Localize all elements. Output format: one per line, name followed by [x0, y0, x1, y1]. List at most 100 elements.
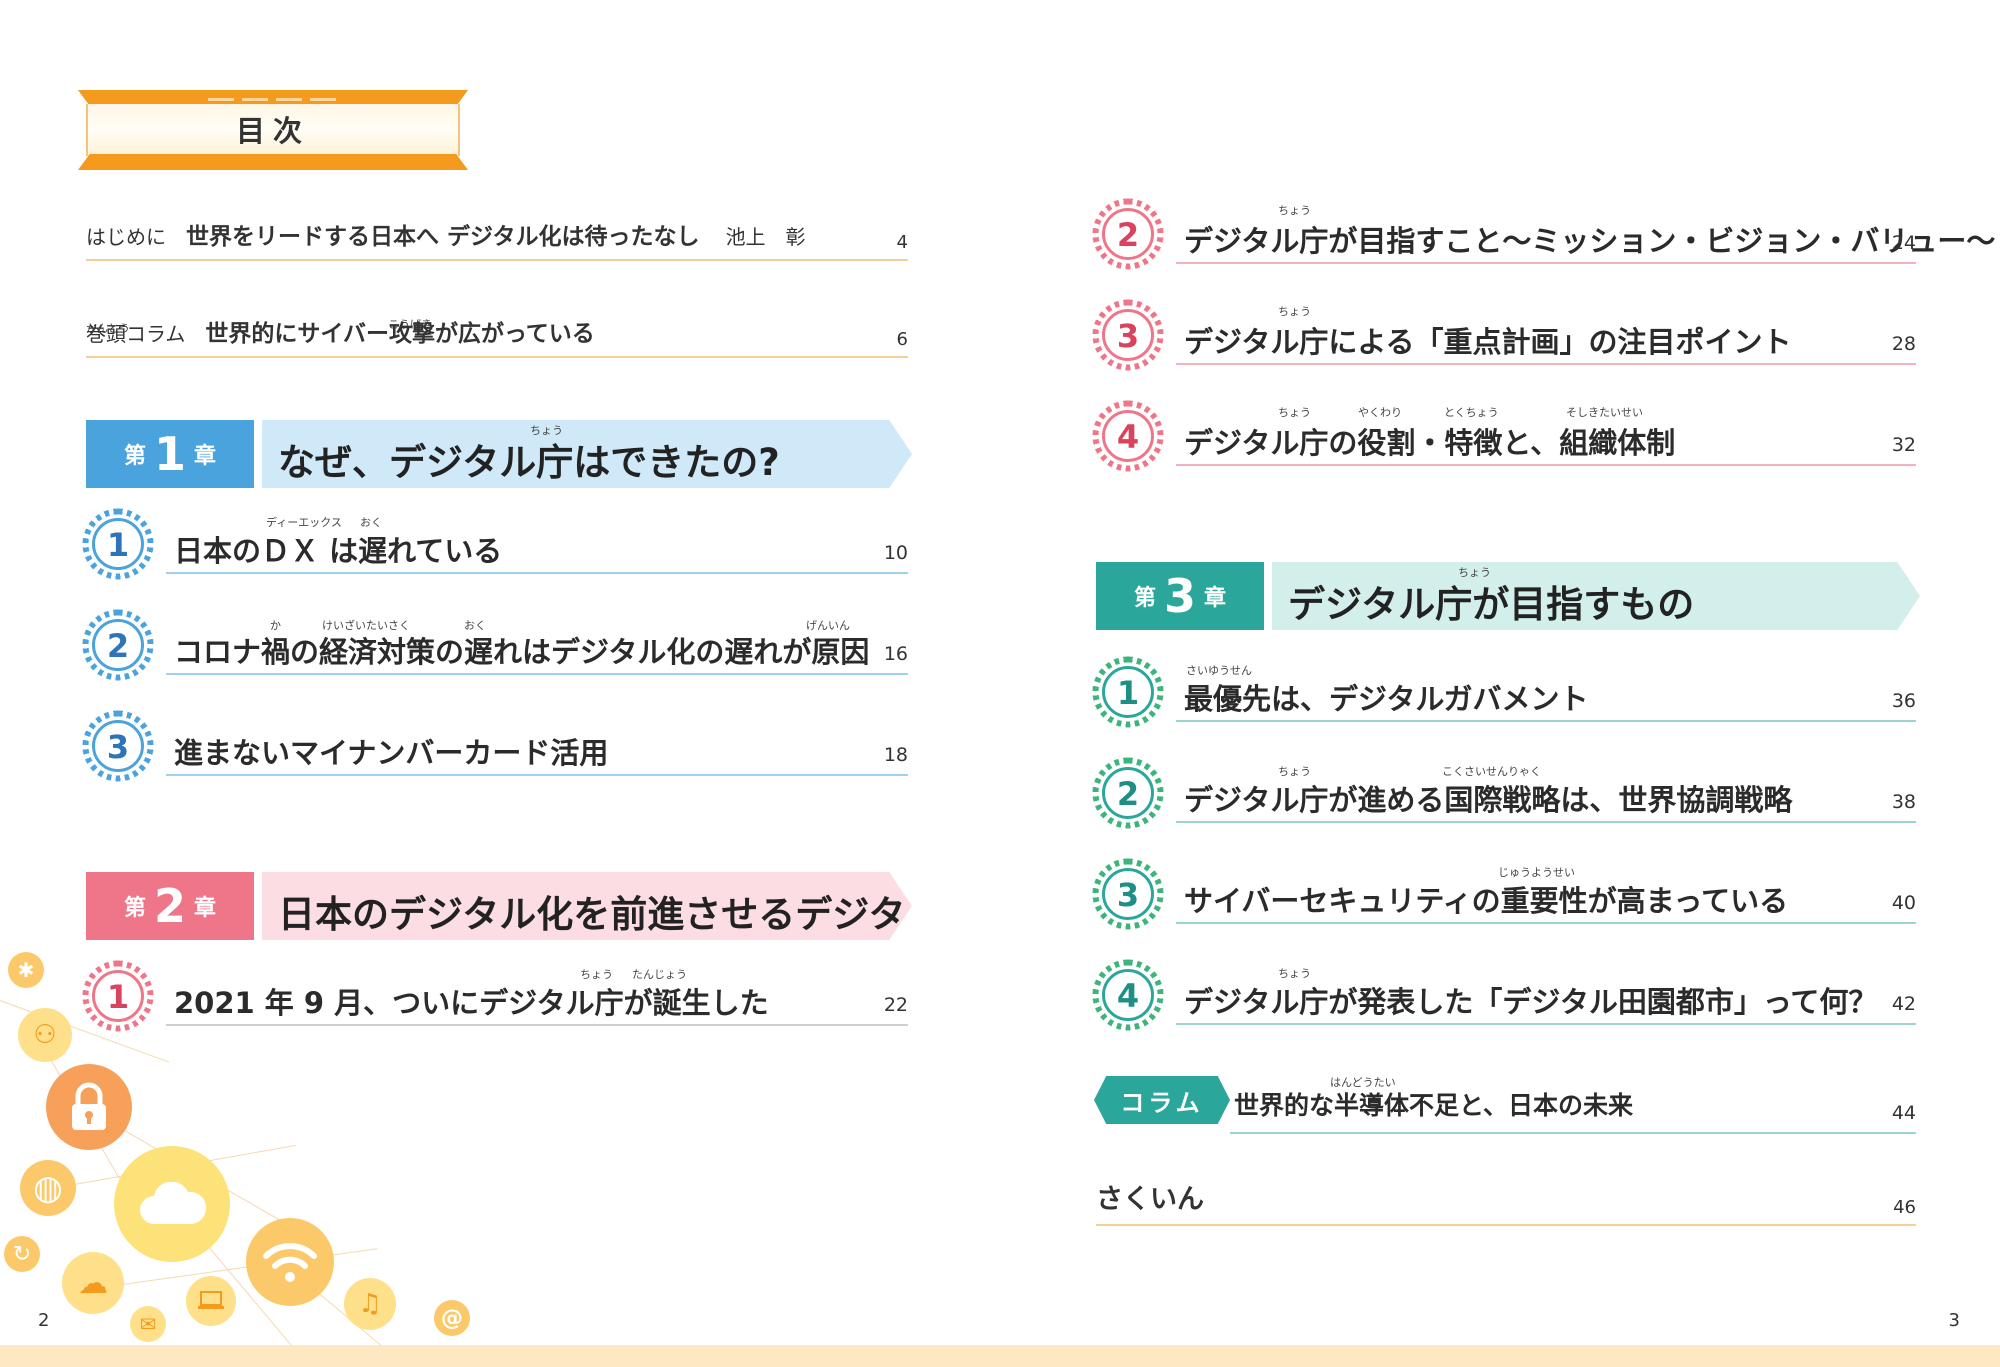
row-rule: [1176, 821, 1916, 823]
item-text: 最優先は、デジタルガバメント: [1184, 682, 1589, 716]
chapter-label-post: 章: [1204, 586, 1227, 611]
toc-item-3-4[interactable]: 4 ちょう デジタル庁が発表した「デジタル田園都市」って何？ 42: [1092, 959, 1916, 1035]
chapter-number: 1: [153, 427, 186, 481]
page-number: 24: [1891, 232, 1916, 254]
page-number: 18: [883, 744, 908, 766]
page-number: 28: [1891, 333, 1916, 355]
intro-title: 世界をリードする日本へ デジタル化は待ったなし: [186, 224, 700, 250]
toc-item-2-4[interactable]: 4 ちょう やくわり とくちょう そしきたいせい デジタル庁の役割・特徴と、組織…: [1092, 400, 1916, 476]
number-badge: 1: [82, 508, 154, 580]
item-text: 2021 年 9 月、ついにデジタル庁が誕生した: [174, 986, 769, 1020]
page-number-left: 2: [38, 1310, 50, 1331]
item-text: デジタル庁が進める国際戦略は、世界協調戦略: [1184, 783, 1793, 817]
toc-item-2-3[interactable]: 3 ちょう デジタル庁による「重点計画」の注目ポイント 28: [1092, 299, 1916, 375]
chapter-2-band: ちょう 日本のデジタル化を前進させるデジタル庁: [262, 872, 912, 940]
item-text: 世界的な半導体不足と、日本の未来: [1234, 1091, 1634, 1120]
chapter-label-post: 章: [194, 896, 217, 921]
item-text: デジタル庁が目指すこと〜ミッション・ビジョン・バリュー〜: [1184, 224, 1996, 258]
toc-item-1-3[interactable]: 3 進まないマイナンバーカード活用 18: [82, 710, 908, 786]
wifi-icon: [246, 1218, 334, 1306]
mail-icon: ✉: [130, 1306, 166, 1342]
row-rule: [166, 572, 908, 574]
index-label: さくいん: [1096, 1184, 1204, 1215]
furigana: ちょう: [1278, 305, 1311, 318]
number-badge: 4: [1092, 959, 1164, 1031]
row-rule: [86, 356, 908, 358]
item-text: 進まないマイナンバーカード活用: [174, 736, 609, 770]
row-rule: [86, 259, 908, 261]
toc-item-1-1[interactable]: 1 ディーエックス おく 日本のＤＸ は遅れている 10: [82, 508, 908, 584]
toc-item-2-2[interactable]: 2 ちょう デジタル庁が目指すこと〜ミッション・ビジョン・バリュー〜 24: [1092, 198, 1995, 274]
chapter-1-header[interactable]: 第1章 ちょう なぜ、デジタル庁はできたの?: [86, 420, 912, 488]
at-icon: @: [434, 1300, 470, 1336]
brain-icon: ☁: [62, 1252, 124, 1314]
furigana: ちょう: [916, 876, 949, 889]
toc-item-3-2[interactable]: 2 ちょう こくさいせんりゃく デジタル庁が進める国際戦略は、世界協調戦略 38: [1092, 757, 1916, 833]
toc-row-intro[interactable]: はじめに 世界をリードする日本へ デジタル化は待ったなし 池上 彰 4: [86, 215, 908, 261]
page-number: 46: [1893, 1197, 1916, 1218]
number-badge: 3: [1092, 299, 1164, 371]
toc-row-index[interactable]: さくいん 46: [1096, 1180, 1916, 1226]
number-badge: 2: [82, 609, 154, 681]
title-plate-dash: [208, 98, 338, 101]
item-text: デジタル庁の役割・特徴と、組織体制: [1184, 426, 1676, 460]
row-rule: [1176, 1023, 1916, 1025]
page-number-right: 3: [1948, 1310, 1960, 1331]
toc-item-3-1[interactable]: 1 さいゆうせん 最優先は、デジタルガバメント 36: [1092, 656, 1916, 732]
page-number: 22: [883, 994, 908, 1016]
intro-author: 池上 彰: [725, 225, 806, 249]
furigana: やくわり: [1358, 406, 1402, 419]
column-top-prefix: 巻頭コラム: [86, 322, 186, 346]
chapter-1-tag: 第1章: [86, 420, 254, 488]
chapter-2-title: 日本のデジタル化を前進させるデジタル庁: [278, 893, 980, 936]
furigana: ちょう: [1278, 204, 1311, 217]
number-badge: 4: [1092, 400, 1164, 472]
item-text: サイバーセキュリティの重要性が高まっている: [1184, 884, 1789, 918]
number-badge: 2: [1092, 757, 1164, 829]
number-badge: 3: [82, 710, 154, 782]
refresh-icon: ↻: [4, 1236, 40, 1272]
page-number: 6: [896, 329, 908, 350]
row-rule: [1176, 363, 1916, 365]
intro-label: はじめに 世界をリードする日本へ デジタル化は待ったなし 池上 彰: [86, 217, 806, 251]
toc-item-2-1[interactable]: 1 ちょう たんじょう 2021 年 9 月、ついにデジタル庁が誕生した 22: [82, 960, 908, 1036]
bottom-band: [0, 1345, 2000, 1367]
row-rule: [1176, 464, 1916, 466]
page-number: 40: [1891, 892, 1916, 914]
lock-icon: [46, 1064, 132, 1150]
chapter-label-post: 章: [194, 444, 217, 469]
page-number: 38: [1891, 791, 1916, 813]
page-title: 目次: [235, 114, 310, 148]
chapter-3-title: デジタル庁が目指すもの: [1288, 583, 1695, 626]
chapter-number: 2: [153, 879, 186, 933]
column-badge: コラム: [1094, 1076, 1230, 1124]
page-number: 16: [883, 643, 908, 665]
toc-item-3-3[interactable]: 3 じゅうようせい サイバーセキュリティの重要性が高まっている 40: [1092, 858, 1916, 934]
furigana: そしきたいせい: [1566, 406, 1643, 419]
chapter-3-header[interactable]: 第3章 ちょう デジタル庁が目指すもの: [1096, 562, 1920, 630]
toc-row-column-top[interactable]: かんとう こうげき 巻頭コラム 世界的にサイバー攻撃が広がっている 6: [86, 312, 908, 358]
toc-title-plate: 目次: [78, 88, 468, 172]
chapter-label-pre: 第: [1133, 586, 1156, 611]
chapter-1-title: なぜ、デジタル庁はできたの?: [278, 441, 780, 484]
number-badge: 3: [1092, 858, 1164, 930]
row-rule: [1096, 1224, 1916, 1226]
item-text: 日本のＤＸ は遅れている: [174, 534, 503, 568]
toc-row-column-bottom[interactable]: コラム はんどうたい 世界的な半導体不足と、日本の未来 44: [1094, 1072, 1916, 1144]
row-rule: [166, 1024, 908, 1026]
toc-item-1-2[interactable]: 2 か けいざいたいさく おく げんいん コロナ禍の経済対策の遅れはデジタル化の…: [82, 609, 908, 685]
row-rule: [1176, 262, 1916, 264]
chapter-3-tag: 第3章: [1096, 562, 1264, 630]
chapter-label-pre: 第: [123, 444, 146, 469]
column-top-title: 世界的にサイバー攻撃が広がっている: [205, 321, 595, 347]
chapter-3-band: ちょう デジタル庁が目指すもの: [1272, 562, 1920, 630]
page-number: 42: [1891, 993, 1916, 1015]
row-rule: [166, 673, 908, 675]
item-text: コロナ禍の経済対策の遅れはデジタル化の遅れが原因: [174, 635, 870, 669]
row-rule: [1176, 922, 1916, 924]
gear-icon: ✱: [8, 952, 44, 988]
people-icon: ⚇: [18, 1008, 72, 1062]
item-text: デジタル庁が発表した「デジタル田園都市」って何？: [1184, 985, 1878, 1019]
laptop-icon: [186, 1276, 236, 1326]
chapter-2-header[interactable]: 第2章 ちょう 日本のデジタル化を前進させるデジタル庁: [86, 872, 912, 940]
